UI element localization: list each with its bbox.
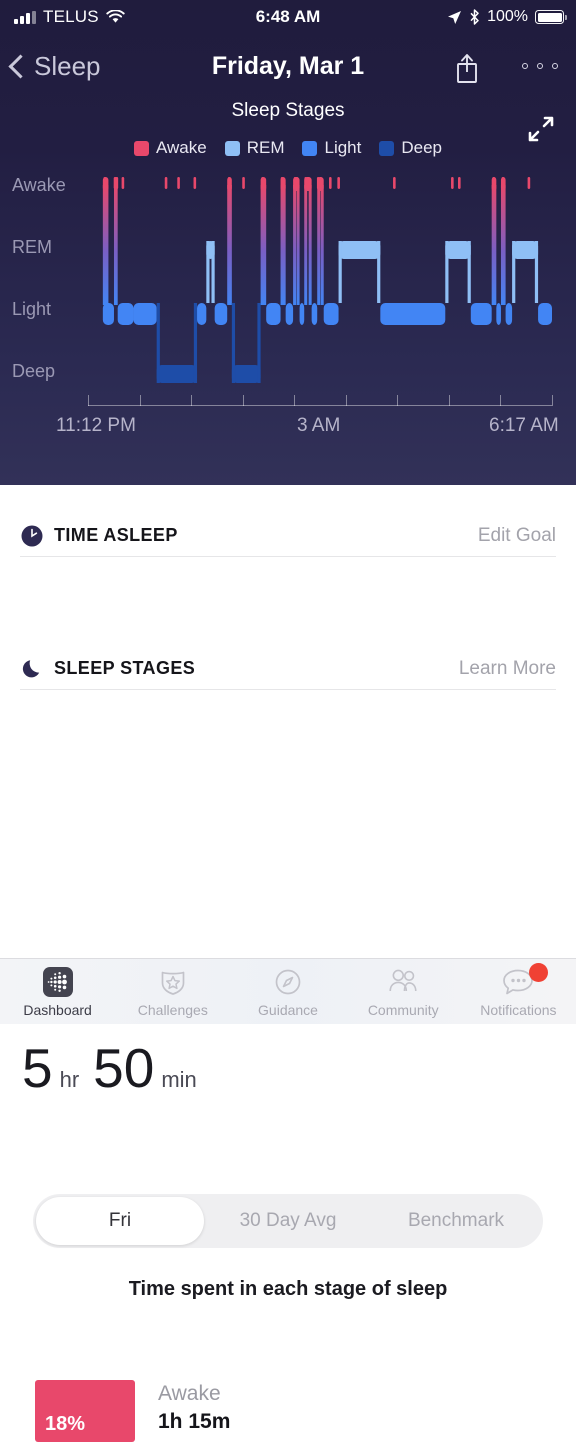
chart-x-axis-labels: 11:12 PM 3 AM 6:17 AM <box>0 415 576 443</box>
chart-plot-area <box>88 165 552 390</box>
status-bar: TELUS 6:48 AM 100% <box>0 0 576 34</box>
tab-dashboard[interactable]: Dashboard <box>0 959 115 1024</box>
chart-y-axis-labels: Awake REM Light Deep <box>0 165 88 390</box>
people-icon <box>386 965 420 999</box>
tab-benchmark[interactable]: Benchmark <box>372 1197 540 1245</box>
details-panel: TIME ASLEEP Edit Goal 5 hr 50 min SLEEP … <box>0 485 576 1024</box>
asleep-hours-unit: hr <box>60 1067 80 1093</box>
hypnogram-svg <box>88 165 552 390</box>
learn-more-button[interactable]: Learn More <box>459 658 556 680</box>
expand-chart-button[interactable] <box>524 112 558 146</box>
asleep-minutes-unit: min <box>161 1067 196 1093</box>
tab-guidance[interactable]: Guidance <box>230 959 345 1024</box>
time-asleep-label: TIME ASLEEP <box>54 525 178 546</box>
y-label-rem: REM <box>12 237 52 258</box>
tab-notifications[interactable]: Notifications <box>461 959 576 1024</box>
share-icon <box>450 51 484 85</box>
legend-label-deep: Deep <box>401 138 442 158</box>
x-label-end: 6:17 AM <box>489 415 559 437</box>
moon-icon <box>20 657 44 681</box>
bluetooth-icon <box>469 9 480 25</box>
tab-label-community: Community <box>368 1002 439 1018</box>
notifications-badge <box>529 963 548 982</box>
stages-subtitle: Time spent in each stage of sleep <box>0 1278 576 1301</box>
legend-label-awake: Awake <box>156 138 207 158</box>
shield-star-icon <box>156 965 190 999</box>
edit-goal-button[interactable]: Edit Goal <box>478 525 556 547</box>
legend-item-awake: Awake <box>134 138 207 158</box>
legend-item-light: Light <box>302 138 361 158</box>
legend-label-light: Light <box>324 138 361 158</box>
stage-period-tabs: Fri 30 Day Avg Benchmark <box>33 1194 543 1248</box>
stage-row-awake[interactable]: 18% Awake 1h 15m <box>0 1380 576 1450</box>
stage-info-awake: Awake 1h 15m <box>158 1382 230 1434</box>
bottom-tab-bar: Dashboard Challenges Guidance <box>0 958 576 1024</box>
time-asleep-header: TIME ASLEEP Edit Goal <box>20 515 556 557</box>
expand-icon <box>524 112 558 146</box>
legend-swatch-light <box>302 141 317 156</box>
compass-icon <box>271 965 305 999</box>
tab-community[interactable]: Community <box>346 959 461 1024</box>
tab-label-guidance: Guidance <box>258 1002 318 1018</box>
stage-bar-awake: 18% <box>35 1380 135 1442</box>
page-title: Friday, Mar 1 <box>0 40 576 92</box>
location-arrow-icon <box>447 10 462 25</box>
navigation-bar: Sleep Friday, Mar 1 <box>0 40 576 92</box>
more-options-icon <box>522 63 528 69</box>
sleep-chart-panel: TELUS 6:48 AM 100% Sleep <box>0 0 576 485</box>
more-options-button[interactable] <box>522 40 558 92</box>
x-label-start: 11:12 PM <box>56 415 136 437</box>
stage-percent-awake: 18% <box>35 1413 85 1442</box>
chart-x-axis-line <box>88 405 552 406</box>
legend-swatch-awake <box>134 141 149 156</box>
tab-label-notifications: Notifications <box>480 1002 556 1018</box>
legend-swatch-rem <box>225 141 240 156</box>
y-label-awake: Awake <box>12 175 66 196</box>
x-label-middle: 3 AM <box>297 415 340 437</box>
legend-label-rem: REM <box>247 138 285 158</box>
chart-title: Sleep Stages <box>0 100 576 122</box>
y-label-deep: Deep <box>12 361 55 382</box>
chart-legend: Awake REM Light Deep <box>0 138 576 158</box>
tab-label-challenges: Challenges <box>138 1002 208 1018</box>
sleep-stages-header: SLEEP STAGES Learn More <box>20 648 556 690</box>
sleep-stage-chart: Awake REM Light Deep 11:12 PM 3 AM 6:17 … <box>0 165 576 425</box>
fitbit-dots-icon <box>41 965 75 999</box>
legend-item-rem: REM <box>225 138 285 158</box>
legend-item-deep: Deep <box>379 138 442 158</box>
asleep-minutes: 50 <box>93 1041 154 1096</box>
sleep-stages-label: SLEEP STAGES <box>54 658 195 679</box>
y-label-light: Light <box>12 299 51 320</box>
stage-name-awake: Awake <box>158 1382 230 1406</box>
stage-value-awake: 1h 15m <box>158 1410 230 1434</box>
battery-icon <box>535 10 564 24</box>
time-asleep-value: 5 hr 50 min <box>22 1041 197 1096</box>
clock-icon <box>20 524 44 548</box>
legend-swatch-deep <box>379 141 394 156</box>
tab-fri[interactable]: Fri <box>36 1197 204 1245</box>
asleep-hours: 5 <box>22 1041 53 1096</box>
status-bar-right: 100% <box>447 8 564 26</box>
battery-percent-label: 100% <box>487 8 528 26</box>
tab-challenges[interactable]: Challenges <box>115 959 230 1024</box>
tab-30-day-avg[interactable]: 30 Day Avg <box>204 1197 372 1245</box>
tab-label-dashboard: Dashboard <box>23 1002 92 1018</box>
share-button[interactable] <box>450 51 484 85</box>
